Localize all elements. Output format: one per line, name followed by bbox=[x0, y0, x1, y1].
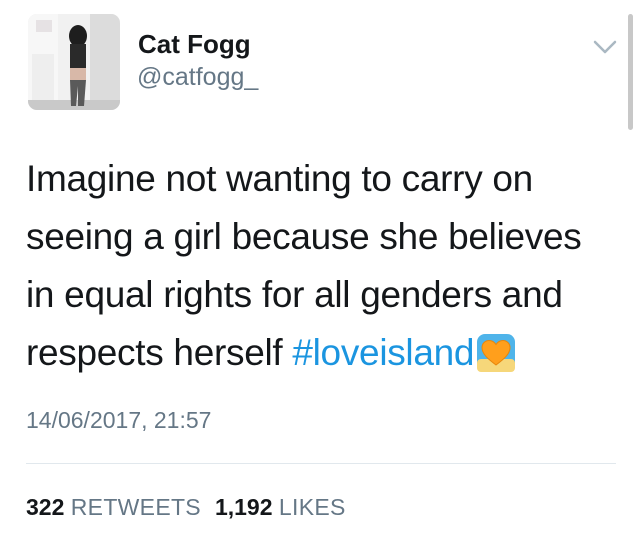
tweet-stats: 322 RETWEETS 1,192 LIKES bbox=[26, 494, 346, 521]
likes-label: LIKES bbox=[278, 494, 346, 520]
heart-emoji-icon bbox=[476, 332, 516, 372]
author-handle[interactable]: @catfogg_ bbox=[137, 63, 258, 92]
chevron-down-icon[interactable] bbox=[592, 38, 618, 56]
retweets-label: RETWEETS bbox=[70, 494, 201, 520]
tweet-timestamp[interactable]: 14/06/2017, 21:57 bbox=[26, 407, 211, 434]
retweets-count: 322 bbox=[26, 494, 65, 520]
scrollbar[interactable] bbox=[628, 14, 633, 130]
author-display-name[interactable]: Cat Fogg bbox=[138, 30, 251, 59]
likes-count: 1,192 bbox=[214, 494, 273, 520]
likes-stat[interactable]: 1,192 LIKES bbox=[215, 494, 346, 520]
tweet-text: Imagine not wanting to carry on seeing a… bbox=[26, 150, 616, 382]
divider bbox=[26, 463, 616, 464]
retweets-stat[interactable]: 322 RETWEETS bbox=[26, 494, 201, 520]
hashtag-link[interactable]: #loveisland bbox=[292, 332, 474, 373]
avatar[interactable] bbox=[28, 14, 120, 110]
avatar-image bbox=[28, 14, 120, 110]
